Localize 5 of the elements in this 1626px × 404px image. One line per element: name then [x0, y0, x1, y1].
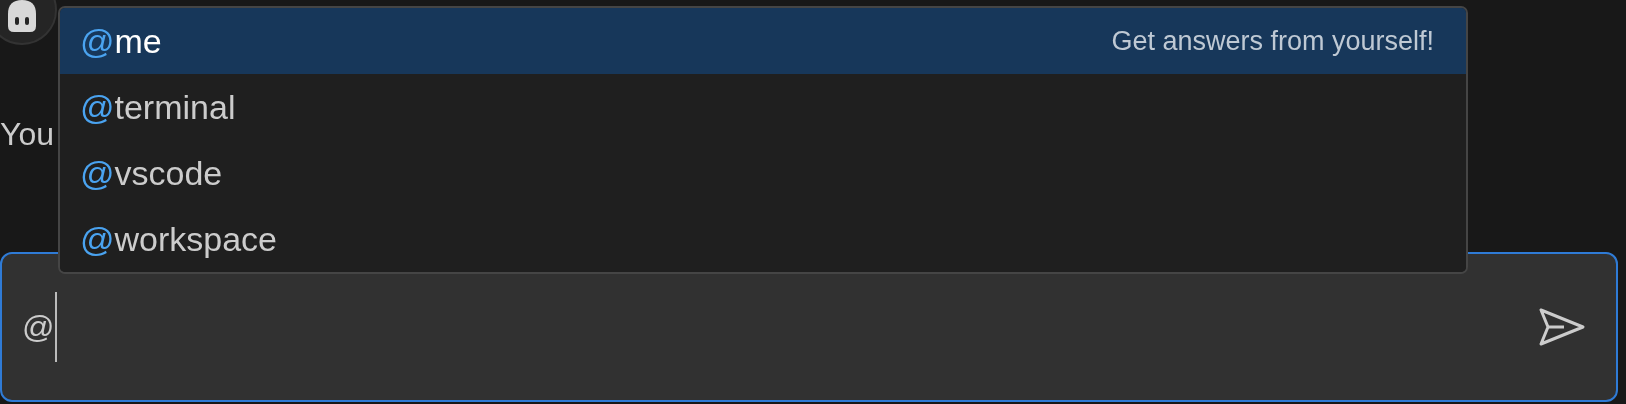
menu-item[interactable]: @me Get answers from yourself! — [60, 8, 1466, 74]
chat-input-field[interactable]: @ — [22, 287, 1534, 367]
message-author: You — [0, 116, 54, 152]
item-description: Get answers from yourself! — [1111, 25, 1434, 57]
send-icon — [1538, 307, 1586, 347]
